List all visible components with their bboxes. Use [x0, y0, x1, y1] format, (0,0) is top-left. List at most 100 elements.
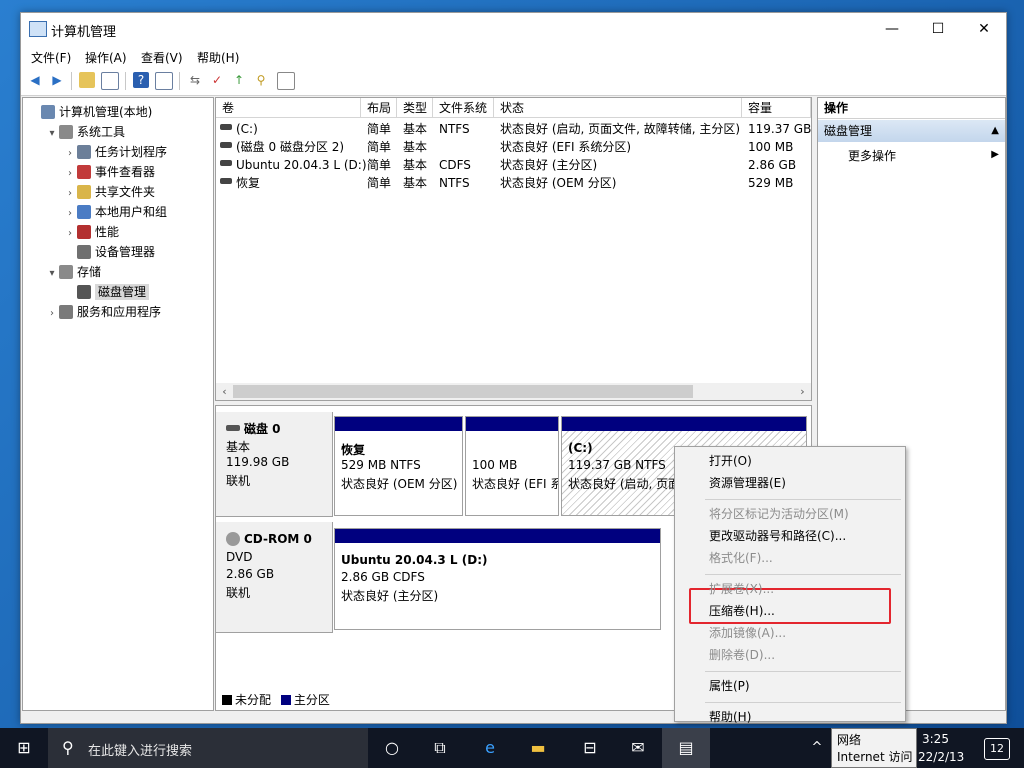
- tree-item[interactable]: › 性能: [63, 222, 119, 242]
- menu-view[interactable]: 查看(V): [141, 49, 183, 66]
- clock-time[interactable]: 3:25: [922, 732, 949, 746]
- context-menu-item[interactable]: 帮助(H): [709, 707, 751, 727]
- taskbar-search[interactable]: ⚲ 在此键入进行搜索: [48, 728, 368, 768]
- cdrom-0-info[interactable]: CD-ROM 0 DVD 2.86 GB 联机: [216, 522, 333, 633]
- volume-cell[interactable]: 简单: [367, 120, 391, 138]
- context-menu-item[interactable]: 更改驱动器号和路径(C)...: [709, 526, 846, 546]
- file-explorer-icon[interactable]: ▬: [526, 736, 550, 760]
- volume-cell[interactable]: NTFS: [439, 174, 470, 192]
- context-menu-item[interactable]: 属性(P): [709, 676, 750, 696]
- check-icon[interactable]: ✓: [209, 72, 225, 88]
- mail-icon[interactable]: ✉: [626, 736, 650, 760]
- column-header-status[interactable]: 状态: [494, 98, 742, 118]
- partition-recovery[interactable]: 恢复 529 MB NTFS 状态良好 (OEM 分区): [334, 416, 463, 516]
- more-actions[interactable]: 更多操作: [848, 146, 896, 166]
- volume-cell[interactable]: 基本: [403, 138, 427, 156]
- tree-item[interactable]: › 事件查看器: [63, 162, 155, 182]
- collapse-up-icon[interactable]: ▲: [991, 120, 999, 142]
- action-pane-icon[interactable]: [155, 72, 173, 90]
- expander-icon[interactable]: ▾: [45, 264, 59, 284]
- context-menu-item[interactable]: 压缩卷(H)...: [709, 601, 775, 621]
- tree-item[interactable]: 磁盘管理: [63, 282, 150, 302]
- volume-cell[interactable]: 状态良好 (启动, 页面文件, 故障转储, 主分区): [500, 120, 740, 138]
- partition-ubuntu-d[interactable]: Ubuntu 20.04.3 L (D:) 2.86 GB CDFS 状态良好 …: [334, 528, 661, 630]
- tree-item[interactable]: › 共享文件夹: [63, 182, 155, 202]
- volume-cell[interactable]: 基本: [403, 156, 427, 174]
- scroll-right-icon[interactable]: ›: [794, 383, 811, 400]
- volume-cell[interactable]: 529 MB: [748, 174, 793, 192]
- tree-item[interactable]: › 服务和应用程序: [45, 302, 161, 322]
- scroll-left-icon[interactable]: ‹: [216, 383, 233, 400]
- column-header-layout[interactable]: 布局: [361, 98, 397, 118]
- computer-icon: [41, 105, 55, 119]
- volume-cell[interactable]: 基本: [403, 120, 427, 138]
- volume-cell[interactable]: 简单: [367, 156, 391, 174]
- context-menu-item[interactable]: 打开(O): [709, 451, 752, 471]
- volume-cell[interactable]: 2.86 GB: [748, 156, 796, 174]
- notification-center-icon[interactable]: 12: [984, 738, 1010, 760]
- expander-icon[interactable]: ›: [63, 224, 77, 244]
- tray-chevron-icon[interactable]: ^: [805, 736, 829, 760]
- maximize-button[interactable]: ☐: [915, 13, 961, 45]
- store-icon[interactable]: ⊟: [578, 736, 602, 760]
- volume-cell[interactable]: 100 MB: [748, 138, 793, 156]
- expander-icon[interactable]: ›: [63, 204, 77, 224]
- tree-item[interactable]: 设备管理器: [63, 242, 155, 262]
- volume-cell[interactable]: 119.37 GB: [748, 120, 811, 138]
- volume-cell[interactable]: 状态良好 (EFI 系统分区): [500, 138, 631, 156]
- forward-arrow-icon[interactable]: ▶: [49, 72, 65, 88]
- tree-item[interactable]: ▾ 存储: [45, 262, 101, 282]
- expander-icon[interactable]: ›: [63, 144, 77, 164]
- column-header-filesystem[interactable]: 文件系统: [433, 98, 494, 118]
- task-view-icon[interactable]: ⧉: [428, 736, 452, 760]
- expander-icon[interactable]: ›: [63, 164, 77, 184]
- column-header-capacity[interactable]: 容量: [742, 98, 811, 118]
- title-bar[interactable]: 计算机管理 — ☐ ✕: [21, 13, 1006, 45]
- console-tree-icon[interactable]: [101, 72, 119, 90]
- menu-file[interactable]: 文件(F): [31, 49, 71, 66]
- close-button[interactable]: ✕: [961, 13, 1007, 45]
- menu-separator: [705, 574, 901, 575]
- column-header-type[interactable]: 类型: [397, 98, 433, 118]
- volume-cell[interactable]: CDFS: [439, 156, 471, 174]
- search-icon[interactable]: ⚲: [253, 72, 269, 88]
- volume-cell[interactable]: 简单: [367, 138, 391, 156]
- volume-name-cell[interactable]: (C:): [236, 120, 258, 138]
- volume-cell[interactable]: 状态良好 (主分区): [500, 156, 597, 174]
- tree-item[interactable]: › 本地用户和组: [63, 202, 167, 222]
- tree-item[interactable]: › 任务计划程序: [63, 142, 167, 162]
- active-app-highlight[interactable]: ▤: [662, 728, 710, 768]
- menu-help[interactable]: 帮助(H): [197, 49, 239, 66]
- windows-start-icon[interactable]: ⊞: [12, 736, 36, 760]
- task-view-circle-icon[interactable]: ○: [380, 736, 404, 760]
- volume-cell[interactable]: NTFS: [439, 120, 470, 138]
- volume-name-cell[interactable]: (磁盘 0 磁盘分区 2): [236, 138, 344, 156]
- expander-icon[interactable]: ›: [45, 304, 59, 324]
- edge-icon[interactable]: e: [478, 736, 502, 760]
- up-arrow-icon[interactable]: ↑: [231, 72, 247, 88]
- volume-name-cell[interactable]: 恢复: [236, 174, 260, 192]
- tree-item[interactable]: ▾ 系统工具: [45, 122, 125, 142]
- minimize-button[interactable]: —: [869, 13, 915, 45]
- expander-icon[interactable]: ›: [63, 184, 77, 204]
- expander-icon[interactable]: ▾: [45, 124, 59, 144]
- scrollbar-thumb[interactable]: [233, 385, 693, 398]
- partition-efi[interactable]: 100 MB 状态良好 (EFI 系: [465, 416, 559, 516]
- context-menu-item[interactable]: 资源管理器(E): [709, 473, 786, 493]
- horizontal-scrollbar[interactable]: ‹ ›: [216, 383, 811, 400]
- volume-cell[interactable]: 简单: [367, 174, 391, 192]
- tree-item[interactable]: 计算机管理(本地): [27, 102, 152, 122]
- volume-cell[interactable]: 状态良好 (OEM 分区): [500, 174, 616, 192]
- disk-0-info[interactable]: 磁盘 0 基本 119.98 GB 联机: [216, 412, 333, 517]
- volume-cell[interactable]: 基本: [403, 174, 427, 192]
- properties-icon[interactable]: [277, 72, 295, 90]
- up-folder-icon[interactable]: [79, 72, 95, 88]
- clock-date[interactable]: 22/2/13: [918, 750, 964, 764]
- column-header-volume[interactable]: 卷: [216, 98, 361, 118]
- help-icon[interactable]: ?: [133, 72, 149, 88]
- actions-disk-management[interactable]: 磁盘管理 ▲: [818, 120, 1005, 142]
- volume-name-cell[interactable]: Ubuntu 20.04.3 L (D:): [236, 156, 367, 174]
- back-arrow-icon[interactable]: ◀: [27, 72, 43, 88]
- menu-action[interactable]: 操作(A): [85, 49, 127, 66]
- connect-icon[interactable]: ⇆: [187, 72, 203, 88]
